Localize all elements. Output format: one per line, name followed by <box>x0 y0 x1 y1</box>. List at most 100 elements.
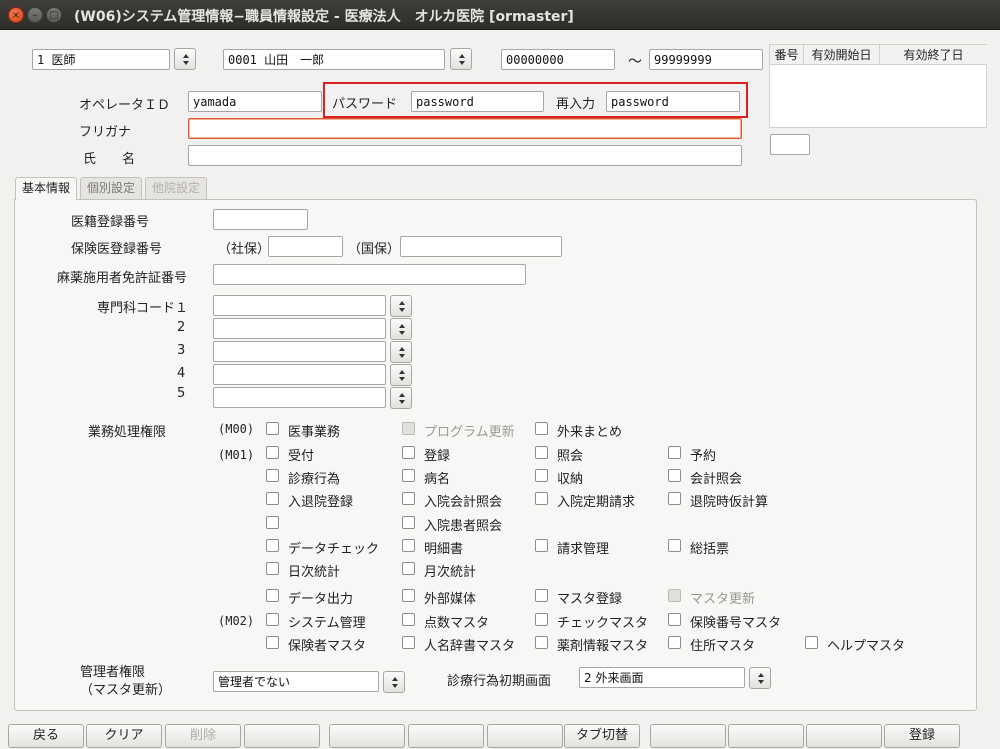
kokuho-number-field[interactable] <box>400 236 562 257</box>
checkbox-daily-stats[interactable] <box>266 562 279 575</box>
function-button-11[interactable] <box>806 724 882 748</box>
tab-switch-button[interactable]: タブ切替 <box>564 724 640 748</box>
register-button[interactable]: 登録 <box>884 724 960 748</box>
tab-basic-info[interactable]: 基本情報 <box>15 177 78 200</box>
back-button[interactable]: 戻る <box>8 724 84 748</box>
checkbox-name-dictionary-master[interactable] <box>402 636 415 649</box>
range-to-field[interactable] <box>649 49 763 70</box>
admin-auth-spin-button[interactable] <box>383 671 405 693</box>
label-registration: 登録 <box>424 449 451 464</box>
checkbox-master-registration[interactable] <box>535 589 548 602</box>
period-number-field[interactable] <box>770 134 810 155</box>
checkbox-unlabeled[interactable] <box>266 516 279 529</box>
clear-button[interactable]: クリア <box>86 724 162 748</box>
specialty-code-5-spin-button[interactable] <box>390 387 412 409</box>
checkbox-claim-management[interactable] <box>535 539 548 552</box>
shaho-number-field[interactable] <box>268 236 343 257</box>
checkbox-insurance-number-master[interactable] <box>668 613 681 626</box>
checkbox-billing-inquiry[interactable] <box>668 469 681 482</box>
range-from-field[interactable] <box>501 49 615 70</box>
specialty-code-3-spin-button[interactable] <box>390 341 412 363</box>
checkbox-discharge-provisional[interactable] <box>668 492 681 505</box>
specialty-code-4-spin-button[interactable] <box>390 364 412 386</box>
checkbox-reception[interactable] <box>266 446 279 459</box>
specialty-code-2-spin-button[interactable] <box>390 318 412 340</box>
period-list[interactable]: 番号 有効開始日 有効終了日 <box>769 44 987 128</box>
label-outpatient-summary: 外来まとめ <box>557 425 623 440</box>
checkbox-inquiry[interactable] <box>535 446 548 459</box>
narcotic-license-field[interactable] <box>213 264 526 285</box>
checkbox-drug-info-master[interactable] <box>535 636 548 649</box>
close-icon[interactable]: × <box>8 7 24 23</box>
function-button-7[interactable] <box>487 724 563 748</box>
checkbox-medical-practice[interactable] <box>266 469 279 482</box>
label-address-master: 住所マスタ <box>690 639 756 654</box>
checkbox-inpatient-inquiry[interactable] <box>402 516 415 529</box>
password-reenter-field[interactable] <box>606 91 740 112</box>
password-label: パスワード <box>332 97 398 112</box>
label-daily-stats: 日次統計 <box>288 565 341 580</box>
medical-registration-field[interactable] <box>213 209 308 230</box>
checkbox-data-check[interactable] <box>266 539 279 552</box>
checkbox-payment[interactable] <box>535 469 548 482</box>
checkbox-appointment[interactable] <box>668 446 681 459</box>
checkbox-summary-sheet[interactable] <box>668 539 681 552</box>
checkbox-disease-name[interactable] <box>402 469 415 482</box>
delete-button[interactable]: 削除 <box>165 724 241 748</box>
checkbox-point-master[interactable] <box>402 613 415 626</box>
checkbox-help-master[interactable] <box>805 636 818 649</box>
checkbox-data-output[interactable] <box>266 589 279 602</box>
specialty-code-4-field[interactable] <box>213 364 386 385</box>
header-end-date[interactable]: 有効終了日 <box>880 45 987 65</box>
checkbox-inpatient-billing-inquiry[interactable] <box>402 492 415 505</box>
password-field[interactable] <box>411 91 544 112</box>
staff-spin-button[interactable] <box>450 48 472 70</box>
furigana-label: フリガナ <box>79 125 132 140</box>
specialty-code-1-spin-button[interactable] <box>390 295 412 317</box>
occupation-field[interactable] <box>32 49 170 70</box>
minimize-icon[interactable]: – <box>27 7 43 23</box>
function-button-5[interactable] <box>329 724 405 748</box>
function-button-9[interactable] <box>650 724 726 748</box>
name-field[interactable] <box>188 145 742 166</box>
operator-id-field[interactable] <box>188 91 322 112</box>
checkbox-statement[interactable] <box>402 539 415 552</box>
header-start-date[interactable]: 有効開始日 <box>804 45 880 65</box>
checkbox-check-master[interactable] <box>535 613 548 626</box>
label-disease-name: 病名 <box>424 472 451 487</box>
function-button-10[interactable] <box>728 724 804 748</box>
tab-individual-settings[interactable]: 個別設定 <box>80 177 143 199</box>
checkbox-inpatient-regular-billing[interactable] <box>535 492 548 505</box>
initial-screen-field[interactable] <box>579 667 745 688</box>
checkbox-master-update[interactable] <box>668 589 681 602</box>
specialty-code-2-field[interactable] <box>213 318 386 339</box>
furigana-field[interactable] <box>188 118 742 139</box>
specialty-code-5-field[interactable] <box>213 387 386 408</box>
checkbox-registration[interactable] <box>402 446 415 459</box>
checkbox-program-update[interactable] <box>402 422 415 435</box>
range-separator: 〜 <box>628 54 642 70</box>
header-number[interactable]: 番号 <box>770 45 804 65</box>
checkbox-system-management[interactable] <box>266 613 279 626</box>
checkbox-monthly-stats[interactable] <box>402 562 415 575</box>
checkbox-medical-affairs[interactable] <box>266 422 279 435</box>
label-data-output: データ出力 <box>288 592 354 607</box>
specialty-code-3-field[interactable] <box>213 341 386 362</box>
occupation-spin-button[interactable] <box>174 48 196 70</box>
function-button-4[interactable] <box>244 724 320 748</box>
specialty-code-1-field[interactable] <box>213 295 386 316</box>
label-billing-inquiry: 会計照会 <box>690 472 743 487</box>
maximize-icon[interactable]: □ <box>46 7 62 23</box>
checkbox-outpatient-summary[interactable] <box>535 422 548 435</box>
checkbox-insurer-master[interactable] <box>266 636 279 649</box>
staff-field[interactable] <box>223 49 445 70</box>
checkbox-external-media[interactable] <box>402 589 415 602</box>
checkbox-address-master[interactable] <box>668 636 681 649</box>
label-help-master: ヘルプマスタ <box>827 639 906 654</box>
initial-screen-spin-button[interactable] <box>749 667 771 689</box>
label-medical-practice: 診療行為 <box>288 472 341 487</box>
tab-other-clinic-settings[interactable]: 他院設定 <box>145 177 208 199</box>
admin-auth-field[interactable] <box>213 671 379 692</box>
function-button-6[interactable] <box>408 724 484 748</box>
checkbox-admission-registration[interactable] <box>266 492 279 505</box>
